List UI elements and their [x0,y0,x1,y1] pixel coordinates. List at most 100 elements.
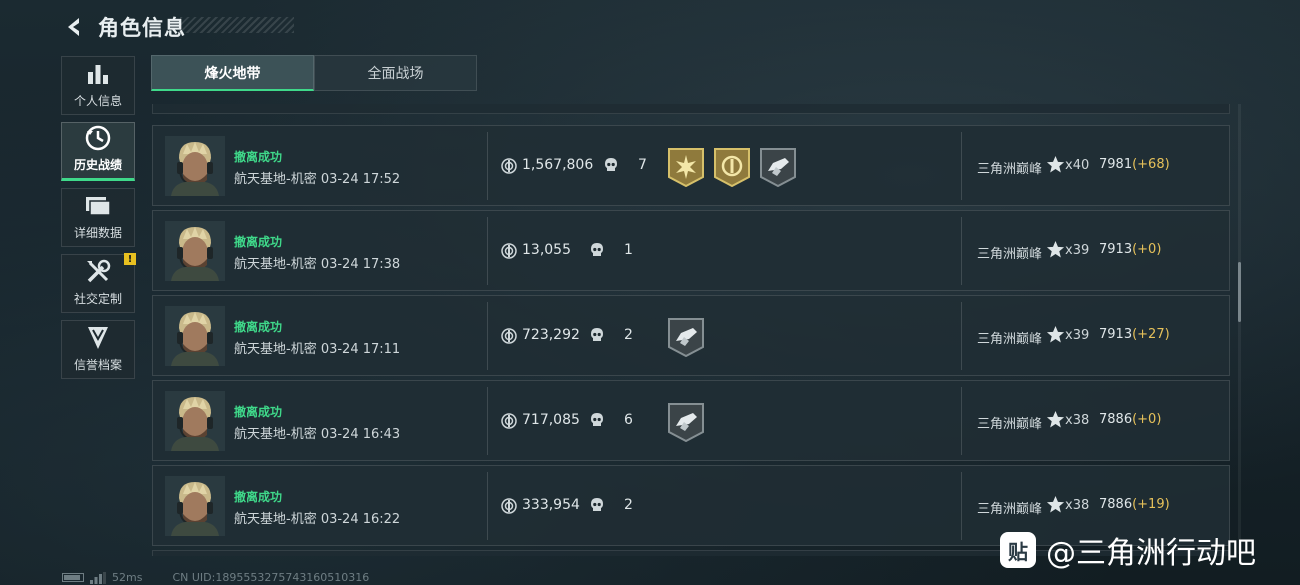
clock-history-icon [84,124,112,152]
asset-value: 723,292 [522,327,580,343]
coin-icon [501,158,517,174]
score-delta: (+68) [1132,157,1170,172]
column-divider [961,217,962,285]
score-value: 7886 [1099,412,1133,427]
sidebar-item-label: 信誉档案 [73,358,122,372]
watermark-text: @三角洲行动吧 [1046,536,1256,571]
score-delta: (+19) [1132,497,1170,512]
sidebar-item-history[interactable]: 历史战绩 [61,122,135,181]
match-row[interactable]: 撤离成功 航天基地-机密 03-24 17:11 723,292 2 三角洲巅峰… [152,295,1230,376]
gold-coin-badge[interactable] [713,147,751,188]
column-divider [961,302,962,370]
status-text: 撤离成功 [234,150,283,164]
asset-value: 333,954 [522,497,580,513]
score-delta: (+0) [1132,242,1162,257]
star-count: x38 [1065,413,1090,428]
coin-icon [501,413,517,429]
tieba-logo-icon: 贴 [1000,532,1036,568]
rank-score: 7913(+0) [1099,242,1161,257]
score-delta: (+0) [1132,412,1162,427]
kill-count: 1 [624,242,633,258]
kill-count: 6 [624,412,633,428]
star-icon [1046,495,1065,514]
match-row[interactable]: 撤离成功 航天基地-机密 03-24 16:43 717,085 6 三角洲巅峰… [152,380,1230,461]
tab-warfare[interactable]: 全面战场 [314,55,477,91]
sidebar-item-detailed-data[interactable]: 详细数据 [61,188,135,247]
star-icon [1046,325,1065,344]
avatar [165,391,225,451]
rank-score: 7913(+27) [1099,327,1170,342]
scrollbar[interactable] [1238,104,1241,554]
mode-tabs: 烽火地带 全面战场 [151,55,477,91]
map-and-time: 航天基地-机密 03-24 16:22 [234,512,401,527]
avatar [165,306,225,366]
match-row[interactable]: 撤离成功 航天基地-机密 03-24 17:52 1,567,806 7 三角洲… [152,125,1230,206]
column-divider [961,387,962,455]
sidebar-item-label: 个人信息 [73,94,122,108]
column-divider [487,472,488,540]
rank-score: 7886(+19) [1099,497,1170,512]
avatar [165,476,225,536]
star-count: x39 [1065,243,1090,258]
gold-starburst-badge[interactable] [667,147,705,188]
ping-text: 52ms [112,571,143,584]
gray-weapon-badge[interactable] [667,317,705,358]
gray-weapon-badge[interactable] [759,147,797,188]
gray-weapon-badge[interactable] [667,402,705,443]
column-divider [487,132,488,200]
scrollbar-thumb[interactable] [1238,262,1241,322]
sidebar-item-social[interactable]: 社交定制 ! [61,253,136,313]
sidebar-item-reputation[interactable]: 信誉档案 [61,320,135,379]
sidebar: 个人信息 历史战绩 详细数据 社交定制 ! 信誉档案 [61,56,136,386]
score-delta: (+27) [1132,327,1170,342]
kill-count: 2 [624,327,633,343]
star-icon [1046,155,1065,174]
sidebar-item-label: 历史战绩 [73,158,122,172]
column-divider [961,132,962,200]
match-row[interactable]: 撤离成功 航天基地-机密 03-24 17:38 13,055 1 三角洲巅峰 … [152,210,1230,291]
rank-name: 三角洲巅峰 [977,247,1043,262]
signal-icon [90,571,106,584]
map-and-time: 航天基地-机密 03-24 16:43 [234,427,401,442]
skull-icon [590,497,604,513]
star-count: x39 [1065,328,1090,343]
status-text: 撤离成功 [234,405,283,419]
uid-text: CN UID:1895553275743160510316 [172,571,370,584]
map-and-time: 航天基地-机密 03-24 17:52 [234,172,401,187]
battery-icon [62,573,84,582]
back-arrow-icon[interactable] [60,12,90,42]
alert-badge: ! [124,253,136,265]
kill-count: 2 [624,497,633,513]
score-value: 7981 [1099,157,1133,172]
avatar [165,221,225,281]
rank-name: 三角洲巅峰 [977,417,1043,432]
match-history-list[interactable]: 撤离成功 航天基地-机密 03-24 17:52 1,567,806 7 三角洲… [152,104,1230,556]
shield-chevron-icon [84,324,112,352]
tab-operations[interactable]: 烽火地带 [151,55,314,91]
column-divider [961,472,962,540]
status-text: 撤离成功 [234,235,283,249]
watermark: 贴 @三角洲行动吧 [1000,528,1256,572]
skull-icon [590,242,604,258]
bar-chart-icon [84,60,112,88]
sidebar-item-label: 社交定制 [73,292,122,306]
skull-icon [590,412,604,428]
skull-icon [604,157,618,173]
kill-count: 7 [638,157,647,173]
avatar [165,136,225,196]
skull-icon [590,327,604,343]
rank-name: 三角洲巅峰 [977,162,1043,177]
coin-icon [501,328,517,344]
map-and-time: 航天基地-机密 03-24 17:11 [234,342,401,357]
sidebar-item-label: 详细数据 [73,226,122,240]
star-count: x38 [1065,498,1090,513]
asset-value: 13,055 [522,242,571,258]
page-title: 角色信息 [98,16,186,40]
tools-icon [84,258,112,286]
rank-score: 7981(+68) [1099,157,1170,172]
asset-value: 717,085 [522,412,580,428]
sidebar-item-personal-info[interactable]: 个人信息 [61,56,135,115]
page-header: 角色信息 [60,10,186,44]
status-text: 撤离成功 [234,320,283,334]
map-and-time: 航天基地-机密 03-24 17:38 [234,257,401,272]
